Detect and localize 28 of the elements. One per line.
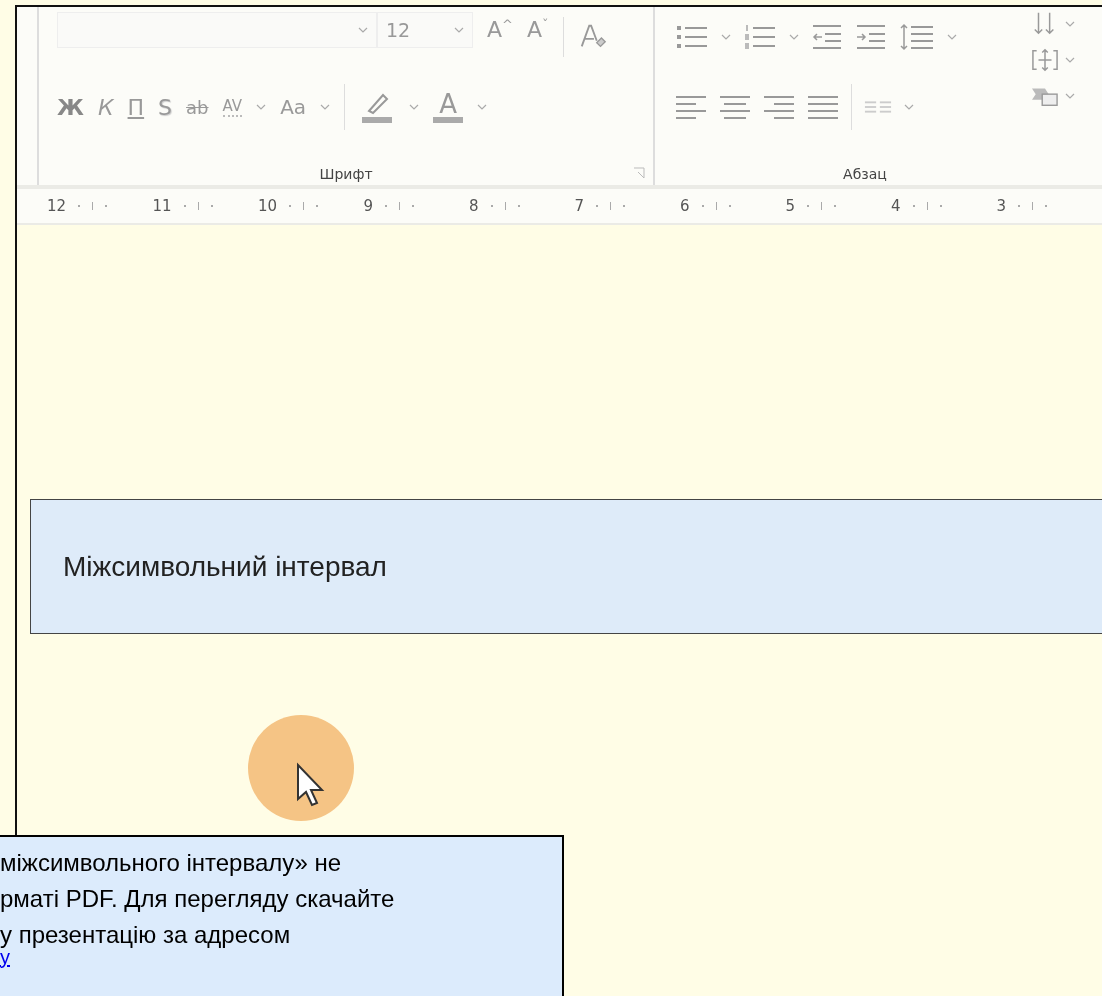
ruler-number: 3	[996, 197, 1007, 215]
group-label: Абзац	[843, 166, 887, 182]
ruler-number: 9	[363, 197, 374, 215]
ruler-number: 10	[258, 197, 278, 215]
ruler-number: 11	[152, 197, 172, 215]
group-label: Шрифт	[319, 166, 373, 182]
ruler-number: 8	[469, 197, 479, 215]
ruler-number: 6	[680, 197, 690, 215]
link[interactable]: у	[0, 947, 10, 967]
title-placeholder[interactable]: Міжсимвольний інтервал	[30, 499, 1102, 634]
ruler-number: 4	[891, 197, 901, 215]
ruler-number: 12	[47, 197, 67, 215]
case-button[interactable]: Aa	[280, 95, 307, 119]
ruler-number: 5	[785, 197, 796, 215]
font-color-button[interactable]: A	[433, 91, 464, 123]
underline-button[interactable]: П	[127, 94, 145, 120]
font-size-step-button[interactable]: A$^{^}$	[487, 17, 513, 43]
italic-button[interactable]: К	[97, 94, 114, 120]
strike-button[interactable]: ab	[186, 96, 209, 118]
note-text: рматі PDF. Для перегляду скачайте	[0, 884, 396, 914]
shadow-button[interactable]: S	[158, 94, 173, 120]
ruler-number: 7	[574, 197, 585, 215]
note-text: у презентацію за адресом	[0, 920, 292, 950]
font-size-step-button[interactable]: A$^{ˇ}$	[526, 17, 549, 43]
bold-button[interactable]: Ж	[57, 94, 84, 120]
font-size-field[interactable]: 12	[377, 12, 473, 48]
note-text: міжсимвольного інтервалу» не	[0, 848, 343, 878]
spacing-button[interactable]: AV	[222, 97, 243, 117]
